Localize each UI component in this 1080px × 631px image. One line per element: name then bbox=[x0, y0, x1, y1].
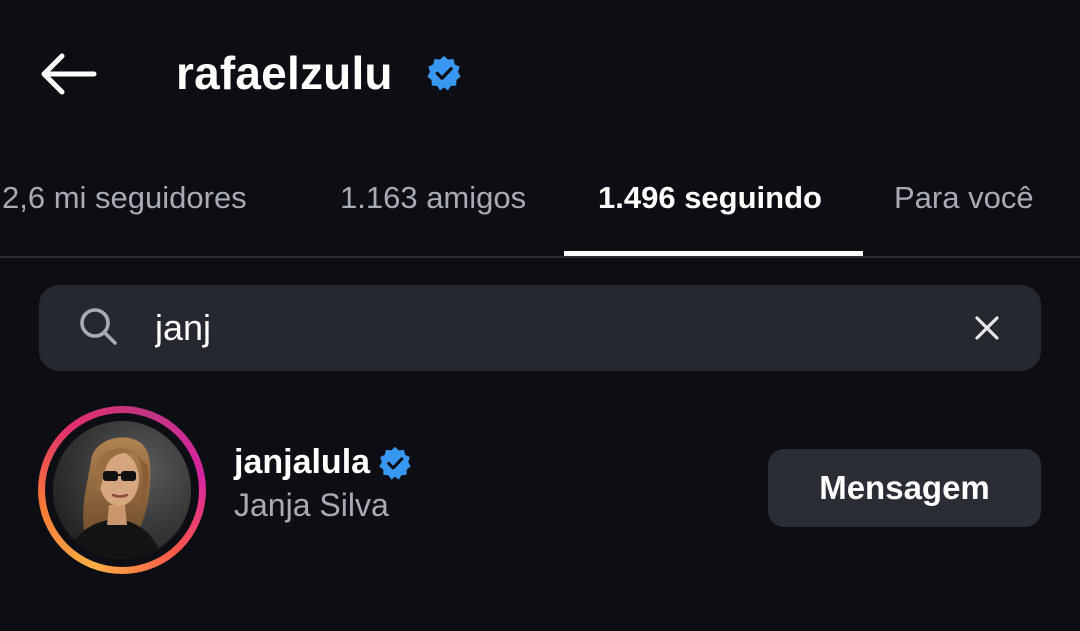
back-button[interactable] bbox=[30, 44, 106, 104]
search-input[interactable] bbox=[155, 299, 915, 357]
arrow-left-icon bbox=[41, 53, 97, 95]
page-title: rafaelzulu bbox=[176, 47, 393, 99]
tab-for-you[interactable]: Para você bbox=[894, 168, 1034, 228]
clear-search-button[interactable] bbox=[964, 305, 1010, 351]
result-username[interactable]: janjalula bbox=[234, 438, 370, 486]
profile-photo bbox=[53, 421, 191, 559]
tab-followers[interactable]: 2,6 mi seguidores bbox=[2, 168, 247, 228]
result-full-name: Janja Silva bbox=[234, 486, 389, 523]
tab-following[interactable]: 1.496 seguindo bbox=[598, 168, 822, 228]
avatar[interactable] bbox=[53, 421, 191, 559]
following-list-screen: rafaelzulu 2,6 mi seguidores 1.163 amigo… bbox=[0, 0, 1080, 631]
verified-badge-icon bbox=[379, 446, 411, 480]
tabs-divider bbox=[0, 256, 1080, 258]
search-icon bbox=[80, 308, 117, 345]
close-icon bbox=[975, 316, 999, 340]
message-button[interactable]: Mensagem bbox=[768, 449, 1041, 527]
verified-badge-icon bbox=[427, 55, 461, 91]
tab-friends[interactable]: 1.163 amigos bbox=[340, 168, 526, 228]
relationship-tabs: 2,6 mi seguidores 1.163 amigos 1.496 seg… bbox=[0, 168, 1080, 256]
